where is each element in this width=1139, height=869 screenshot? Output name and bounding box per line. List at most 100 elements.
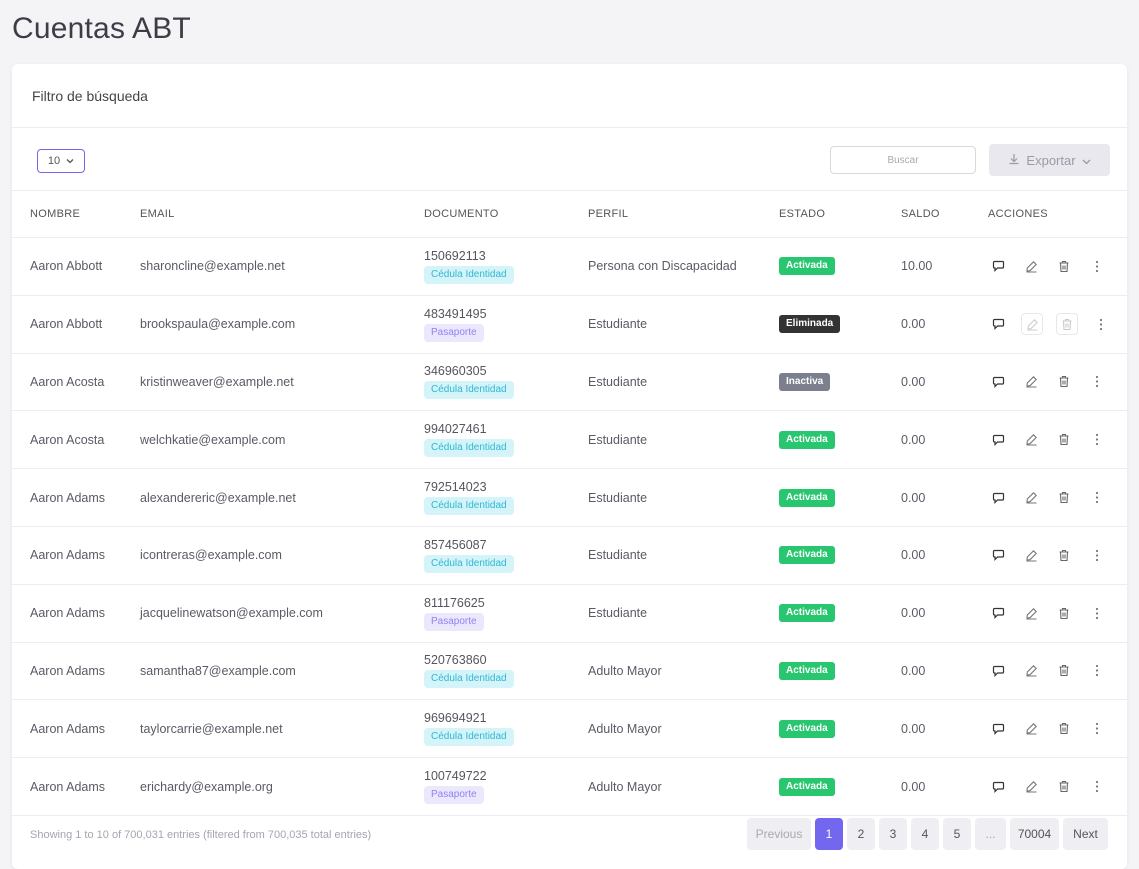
more-vertical-action-button[interactable] — [1087, 488, 1107, 508]
more-vertical-action-button[interactable] — [1087, 372, 1107, 392]
table-row: Aaron Adams erichardy@example.org 10074972… — [12, 757, 1127, 816]
document-type-badge: Pasaporte — [424, 323, 484, 342]
status-badge: Activada — [779, 430, 835, 449]
trash-action-button[interactable] — [1054, 545, 1074, 565]
cell-email: alexandereric@example.net — [140, 468, 424, 527]
cell-estado: Activada — [779, 410, 901, 470]
more-vertical-action-button[interactable] — [1087, 545, 1107, 565]
chat-action-button[interactable] — [988, 777, 1008, 797]
cell-nombre: Aaron Adams — [12, 526, 140, 585]
page-length-select[interactable]: 10 — [37, 149, 85, 173]
document-number: 520763860 — [424, 653, 487, 668]
status-badge: Inactiva — [779, 372, 831, 391]
table-row: Aaron Adams taylorcarrie@example.net 96969… — [12, 699, 1127, 759]
chat-action-button[interactable] — [988, 372, 1008, 392]
cell-estado: Activada — [779, 526, 901, 585]
trash-action-button[interactable] — [1054, 488, 1074, 508]
pagination-page-4[interactable]: 4 — [911, 818, 939, 850]
column-header-nombre[interactable]: NOMBRE — [12, 191, 140, 238]
cell-perfil: Estudiante — [588, 584, 779, 643]
chat-action-button[interactable] — [988, 719, 1008, 739]
cell-saldo: 0.00 — [901, 584, 988, 643]
document-type-badge: Cédula Identidad — [424, 381, 514, 400]
pagination-last-page[interactable]: 70004 — [1010, 818, 1059, 850]
cell-acciones — [988, 699, 1127, 759]
document-number: 100749722 — [424, 769, 487, 784]
more-vertical-action-button[interactable] — [1087, 719, 1107, 739]
more-vertical-action-button[interactable] — [1087, 661, 1107, 681]
trash-action-button[interactable] — [1054, 661, 1074, 681]
column-header-email[interactable]: EMAIL — [140, 191, 424, 238]
cell-acciones — [988, 468, 1127, 527]
table-footer: Showing 1 to 10 of 700,031 entries (filt… — [12, 811, 1127, 869]
more-vertical-icon — [1095, 664, 1099, 677]
trash-action-button[interactable] — [1054, 430, 1074, 450]
table-row: Aaron Adams alexandereric@example.net 7925… — [12, 468, 1127, 527]
column-header-documento[interactable]: DOCUMENTO — [424, 191, 588, 238]
cell-nombre: Aaron Abbott — [12, 295, 140, 354]
cell-perfil: Estudiante — [588, 468, 779, 527]
trash-action-button[interactable] — [1054, 256, 1074, 276]
chat-action-button[interactable] — [988, 256, 1008, 276]
cell-email: taylorcarrie@example.net — [140, 699, 424, 759]
pagination-page-2[interactable]: 2 — [847, 818, 875, 850]
column-header-estado[interactable]: ESTADO — [779, 191, 901, 238]
cell-estado: Activada — [779, 699, 901, 759]
edit-action-button[interactable] — [1021, 488, 1041, 508]
more-vertical-icon — [1095, 375, 1099, 388]
edit-action-button[interactable] — [1021, 545, 1041, 565]
more-vertical-action-button[interactable] — [1091, 314, 1111, 334]
chat-action-button[interactable] — [988, 545, 1008, 565]
trash-action-button[interactable] — [1054, 777, 1074, 797]
pagination-previous[interactable]: Previous — [747, 818, 811, 850]
chat-action-button[interactable] — [988, 314, 1008, 334]
search-input[interactable] — [830, 146, 976, 174]
more-vertical-icon — [1095, 780, 1099, 793]
row-actions — [988, 777, 1127, 797]
trash-icon — [1058, 375, 1070, 388]
column-header-saldo[interactable]: SALDO — [901, 191, 988, 238]
chat-action-button[interactable] — [988, 661, 1008, 681]
edit-action-button[interactable] — [1021, 661, 1041, 681]
pagination-page-3[interactable]: 3 — [879, 818, 907, 850]
pagination-page-1[interactable]: 1 — [815, 818, 843, 850]
cell-perfil: Adulto Mayor — [588, 699, 779, 759]
chat-action-button[interactable] — [988, 603, 1008, 623]
trash-action-button[interactable] — [1054, 603, 1074, 623]
cell-documento: 857456087 Cédula Identidad — [424, 526, 588, 585]
edit-action-button[interactable] — [1021, 430, 1041, 450]
more-vertical-action-button[interactable] — [1087, 603, 1107, 623]
cell-saldo: 0.00 — [901, 468, 988, 527]
column-header-acciones[interactable]: ACCIONES — [988, 191, 1127, 238]
row-actions — [988, 313, 1127, 336]
trash-icon — [1058, 664, 1070, 677]
cell-saldo: 0.00 — [901, 526, 988, 585]
trash-action-button[interactable] — [1054, 719, 1074, 739]
pagination-next[interactable]: Next — [1063, 818, 1108, 850]
more-vertical-action-button[interactable] — [1087, 777, 1107, 797]
trash-action-button[interactable] — [1054, 372, 1074, 392]
export-button[interactable]: Exportar — [989, 144, 1110, 176]
document-number: 994027461 — [424, 422, 487, 437]
status-badge: Activada — [779, 546, 835, 565]
edit-icon — [1025, 375, 1038, 389]
chat-icon — [992, 549, 1005, 562]
edit-action-button[interactable] — [1021, 777, 1041, 797]
edit-action-button — [1021, 313, 1043, 336]
entries-info: Showing 1 to 10 of 700,031 entries (filt… — [30, 829, 372, 841]
chat-action-button[interactable] — [988, 430, 1008, 450]
edit-action-button[interactable] — [1021, 719, 1041, 739]
cell-estado: Activada — [779, 642, 901, 701]
trash-icon — [1058, 260, 1070, 273]
cell-email: kristinweaver@example.net — [140, 353, 424, 412]
pagination-page-5[interactable]: 5 — [943, 818, 971, 850]
more-vertical-action-button[interactable] — [1087, 430, 1107, 450]
edit-action-button[interactable] — [1021, 372, 1041, 392]
more-vertical-action-button[interactable] — [1087, 256, 1107, 276]
cell-documento: 483491495 Pasaporte — [424, 295, 588, 354]
column-header-perfil[interactable]: PERFIL — [588, 191, 779, 238]
chat-action-button[interactable] — [988, 488, 1008, 508]
row-actions — [988, 661, 1127, 681]
edit-action-button[interactable] — [1021, 603, 1041, 623]
edit-action-button[interactable] — [1021, 256, 1041, 276]
